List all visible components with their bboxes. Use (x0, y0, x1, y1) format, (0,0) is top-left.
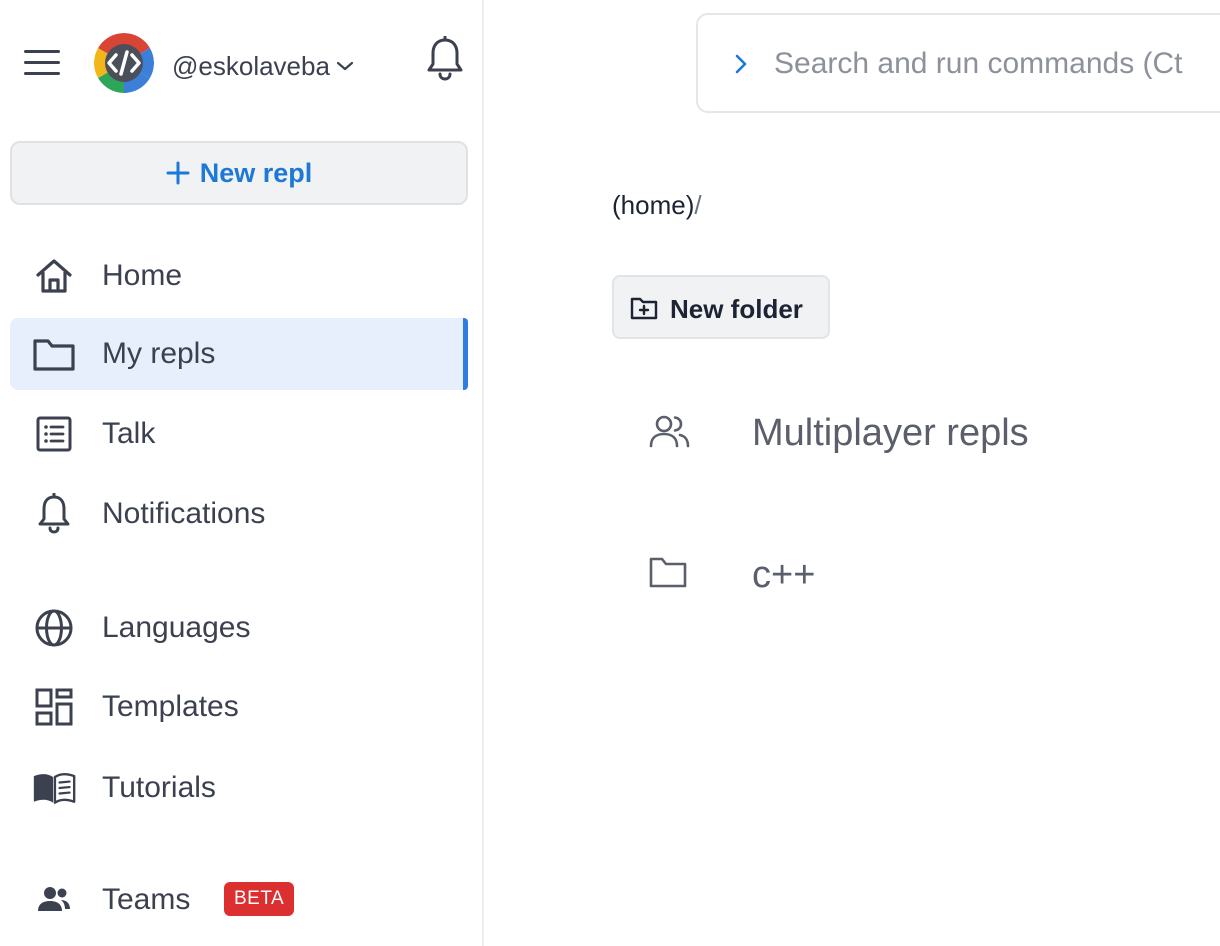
sidebar-item-label: Languages (102, 611, 251, 644)
sidebar: @eskolaveba New repl Home My repls Talk … (0, 0, 484, 946)
folder-plus-icon (630, 297, 658, 320)
search-placeholder: Search and run commands (Ct (774, 47, 1183, 80)
new-repl-label: New repl (199, 157, 313, 188)
list-icon (32, 412, 76, 456)
sidebar-item-home[interactable]: Home (10, 240, 468, 312)
templates-icon (32, 685, 76, 729)
code-logo-icon (94, 33, 154, 93)
chevron-right-icon (735, 54, 747, 74)
app-root: @eskolaveba New repl Home My repls Talk … (0, 0, 1220, 946)
menu-icon[interactable] (24, 48, 62, 78)
sidebar-item-label: Templates (102, 690, 239, 723)
beta-badge: BETA (224, 882, 295, 916)
users-icon (648, 412, 692, 456)
sidebar-item-label: My repls (102, 337, 216, 370)
sidebar-item-label: Talk (102, 417, 156, 450)
sidebar-topbar: @eskolaveba (0, 0, 484, 124)
new-folder-button[interactable]: New folder (612, 275, 830, 339)
book-icon (32, 766, 76, 810)
sidebar-item-notifications[interactable]: Notifications (10, 478, 468, 550)
sidebar-item-templates[interactable]: Templates (10, 671, 468, 743)
new-repl-button[interactable]: New repl (10, 141, 468, 205)
notifications-bell-icon[interactable] (424, 35, 466, 82)
team-icon (32, 878, 76, 922)
account-switcher[interactable]: @eskolaveba (172, 48, 354, 84)
breadcrumb: (home)/ (612, 190, 702, 221)
sidebar-item-talk[interactable]: Talk (10, 398, 468, 470)
chevron-down-icon (336, 61, 354, 71)
sidebar-item-label: Notifications (102, 497, 266, 530)
folder-icon (32, 332, 76, 376)
avatar[interactable] (94, 33, 154, 93)
sidebar-item-label: Home (102, 259, 183, 292)
sidebar-item-languages[interactable]: Languages (10, 592, 468, 664)
sidebar-item-label: Teams (102, 883, 191, 916)
folder-icon (648, 554, 692, 598)
list-item-label: Multiplayer repls (752, 412, 1029, 454)
breadcrumb-home[interactable]: (home) (612, 190, 694, 220)
command-search-input[interactable]: Search and run commands (Ct (696, 13, 1220, 113)
list-item-multiplayer-repls[interactable]: Multiplayer repls (640, 394, 1200, 474)
username: @eskolaveba (172, 50, 330, 81)
sidebar-item-my-repls[interactable]: My repls (10, 318, 468, 390)
globe-icon (32, 606, 76, 650)
plus-icon (166, 161, 190, 185)
list-item-folder[interactable]: c++ (640, 536, 1200, 616)
breadcrumb-separator: / (694, 190, 702, 220)
sidebar-item-teams[interactable]: Teams BETA (10, 864, 468, 936)
bell-icon (32, 492, 76, 536)
home-icon (32, 254, 76, 298)
sidebar-item-tutorials[interactable]: Tutorials (10, 752, 468, 824)
new-folder-label: New folder (670, 294, 803, 324)
sidebar-item-label: Tutorials (102, 771, 216, 804)
list-item-label: c++ (752, 554, 816, 596)
